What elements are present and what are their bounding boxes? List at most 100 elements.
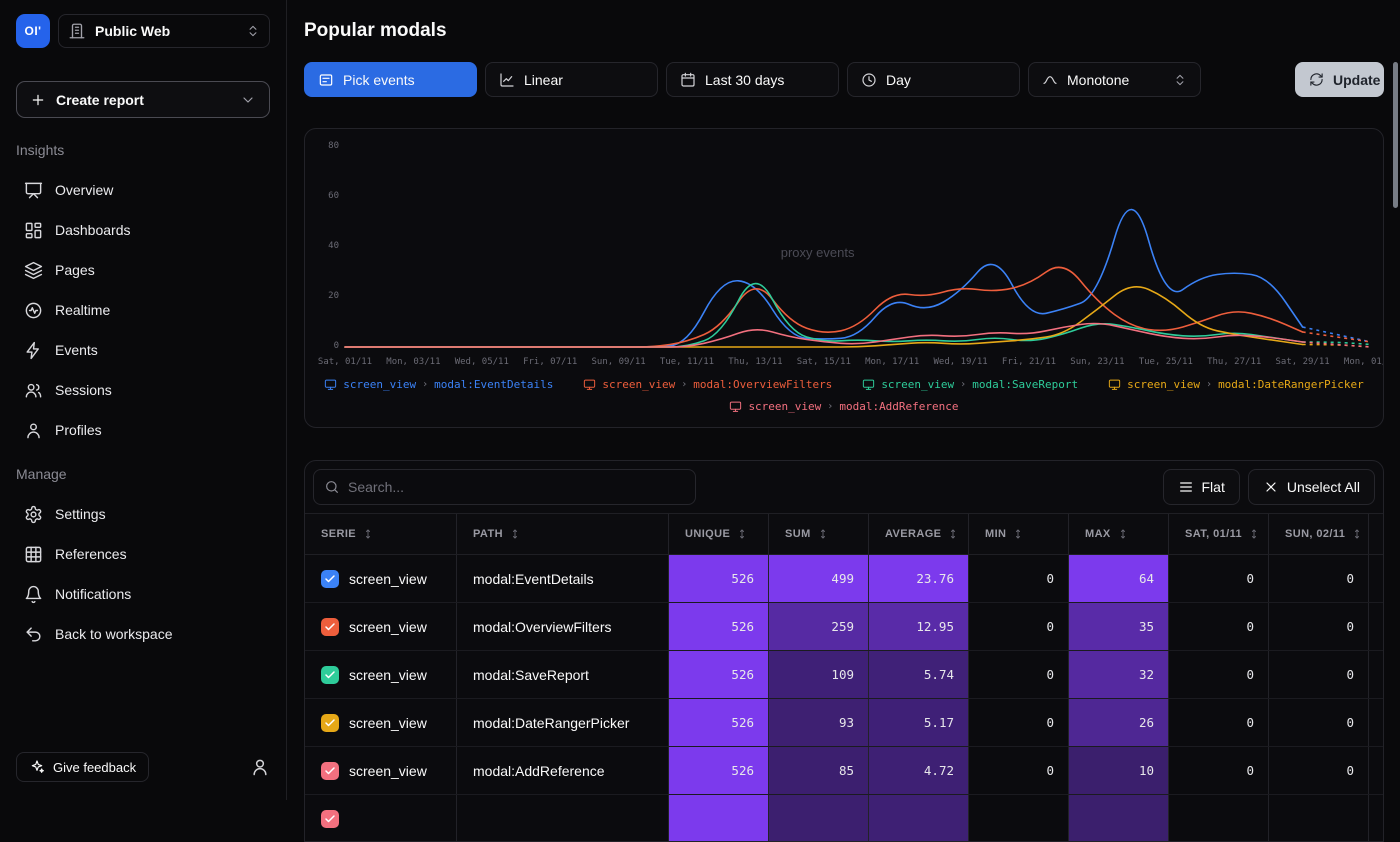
chevrons-up-down-icon <box>246 24 260 38</box>
table-row[interactable]: screen_viewmodal:OverviewFilters52625912… <box>305 603 1383 651</box>
results-table-card: Flat Unselect All SERIEPATHUNIQUESUMAVER… <box>304 460 1384 842</box>
column-header-sat[interactable]: SAT, 01/11 <box>1168 514 1268 554</box>
date-range-button[interactable]: Last 30 days <box>666 62 839 97</box>
sidebar-item-notifications[interactable]: Notifications <box>10 574 276 614</box>
cell-extra <box>1368 555 1383 602</box>
workspace-selector[interactable]: Public Web <box>58 14 270 48</box>
user-icon[interactable] <box>250 757 270 777</box>
legend-item[interactable]: screen_view›modal:DateRangerPicker <box>1108 378 1364 391</box>
sidebar-item-settings[interactable]: Settings <box>10 494 276 534</box>
cell-value: 499 <box>831 571 854 586</box>
cell-value: 0 <box>1346 667 1354 682</box>
cell-value: 0 <box>1246 715 1254 730</box>
cell-min: 0 <box>968 603 1068 650</box>
cell-value: 23.76 <box>916 571 954 586</box>
chart-legend-row: screen_view›modal:EventDetails screen_vie… <box>317 378 1371 391</box>
table-row[interactable]: screen_viewmodal:DateRangerPicker526935.… <box>305 699 1383 747</box>
column-header-average[interactable]: AVERAGE <box>868 514 968 554</box>
cell-sum: 499 <box>768 555 868 602</box>
chart-style-button[interactable]: Monotone <box>1028 62 1201 97</box>
linear-button[interactable]: Linear <box>485 62 658 97</box>
sort-icon[interactable] <box>947 528 959 540</box>
scrollbar[interactable] <box>1393 62 1398 208</box>
table-row[interactable]: screen_viewmodal:AddReference526854.7201… <box>305 747 1383 795</box>
sort-icon[interactable] <box>362 528 374 540</box>
sort-icon[interactable] <box>736 528 748 540</box>
chart-plot: 020406080 proxy events <box>317 143 1371 353</box>
flat-label: Flat <box>1202 479 1225 495</box>
column-header-path[interactable]: PATH <box>456 514 668 554</box>
search-input[interactable] <box>348 479 685 495</box>
cell-sun: 0 <box>1268 555 1368 602</box>
row-checkbox[interactable] <box>321 810 339 828</box>
update-button[interactable]: Update <box>1295 62 1384 97</box>
cell-value: 5.74 <box>924 667 954 682</box>
sidebar-item-realtime[interactable]: Realtime <box>10 290 276 330</box>
create-report-button[interactable]: Create report <box>16 81 270 118</box>
interval-button[interactable]: Day <box>847 62 1020 97</box>
row-checkbox[interactable] <box>321 666 339 684</box>
legend-item[interactable]: screen_view›modal:EventDetails <box>324 378 553 391</box>
sort-icon[interactable] <box>1012 528 1024 540</box>
cell-value: 0 <box>1046 571 1054 586</box>
page-title: Popular modals <box>304 18 1384 44</box>
column-header-sun[interactable]: SUN, 02/11 <box>1268 514 1368 554</box>
column-header-serie[interactable]: SERIE <box>305 514 456 554</box>
button-label: Last 30 days <box>705 72 784 88</box>
sort-icon[interactable] <box>1351 528 1363 540</box>
row-checkbox[interactable] <box>321 762 339 780</box>
button-label: Monotone <box>1067 72 1129 88</box>
pick-events-icon <box>318 72 334 88</box>
cell-max: 35 <box>1068 603 1168 650</box>
unselect-all-button[interactable]: Unselect All <box>1248 469 1375 505</box>
chart-line-modal:AddReference <box>345 324 1303 347</box>
legend-item[interactable]: screen_view›modal:SaveReport <box>862 378 1078 391</box>
screen-view-icon <box>1108 378 1121 391</box>
legend-item[interactable]: screen_view›modal:OverviewFilters <box>583 378 832 391</box>
sidebar-item-pages[interactable]: Pages <box>10 250 276 290</box>
sidebar-nav: InsightsOverviewDashboardsPagesRealtimeE… <box>16 142 270 654</box>
x-tick-label: Mon, 17/11 <box>865 357 919 367</box>
cell-value: 26 <box>1139 715 1154 730</box>
column-header-sum[interactable]: SUM <box>768 514 868 554</box>
table-row[interactable]: screen_viewmodal:SaveReport5261095.74032… <box>305 651 1383 699</box>
row-checkbox[interactable] <box>321 570 339 588</box>
sort-icon[interactable] <box>1117 528 1129 540</box>
cell-extra <box>1368 603 1383 650</box>
cell-value: 0 <box>1046 619 1054 634</box>
column-header-unique[interactable]: UNIQUE <box>668 514 768 554</box>
serie-cell <box>305 795 456 842</box>
x-tick-label: Fri, 07/11 <box>523 357 577 367</box>
cell-max: 32 <box>1068 651 1168 698</box>
flat-toggle-button[interactable]: Flat <box>1163 469 1240 505</box>
chart-legend-row: screen_view›modal:AddReference <box>317 400 1371 413</box>
x-tick-label: Tue, 11/11 <box>660 357 714 367</box>
sidebar-item-events[interactable]: Events <box>10 330 276 370</box>
sort-icon[interactable] <box>1248 528 1260 540</box>
sort-icon[interactable] <box>509 528 521 540</box>
cell-sum: 85 <box>768 747 868 794</box>
table-row[interactable] <box>305 795 1383 842</box>
sidebar-item-back-to-workspace[interactable]: Back to workspace <box>10 614 276 654</box>
give-feedback-button[interactable]: Give feedback <box>16 752 149 782</box>
row-checkbox[interactable] <box>321 618 339 636</box>
chevrons-up-down-icon <box>1173 73 1187 87</box>
pick-events-button[interactable]: Pick events <box>304 62 477 97</box>
table-row[interactable]: screen_viewmodal:EventDetails52649923.76… <box>305 555 1383 603</box>
sidebar-item-overview[interactable]: Overview <box>10 170 276 210</box>
sidebar-item-profiles[interactable]: Profiles <box>10 410 276 450</box>
row-checkbox[interactable] <box>321 714 339 732</box>
sidebar-item-label: Pages <box>55 262 95 278</box>
heatmap-fill <box>769 795 868 842</box>
sort-icon[interactable] <box>817 528 829 540</box>
x-tick-label: Sat, 01/11 <box>318 357 372 367</box>
column-header-max[interactable]: MAX <box>1068 514 1168 554</box>
app-logo[interactable]: OI' <box>16 14 50 48</box>
sidebar-item-references[interactable]: References <box>10 534 276 574</box>
sidebar-item-sessions[interactable]: Sessions <box>10 370 276 410</box>
serie-cell: screen_view <box>305 555 456 602</box>
serie-cell: screen_view <box>305 603 456 650</box>
sidebar-item-dashboards[interactable]: Dashboards <box>10 210 276 250</box>
column-header-min[interactable]: MIN <box>968 514 1068 554</box>
legend-item[interactable]: screen_view›modal:AddReference <box>729 400 958 413</box>
